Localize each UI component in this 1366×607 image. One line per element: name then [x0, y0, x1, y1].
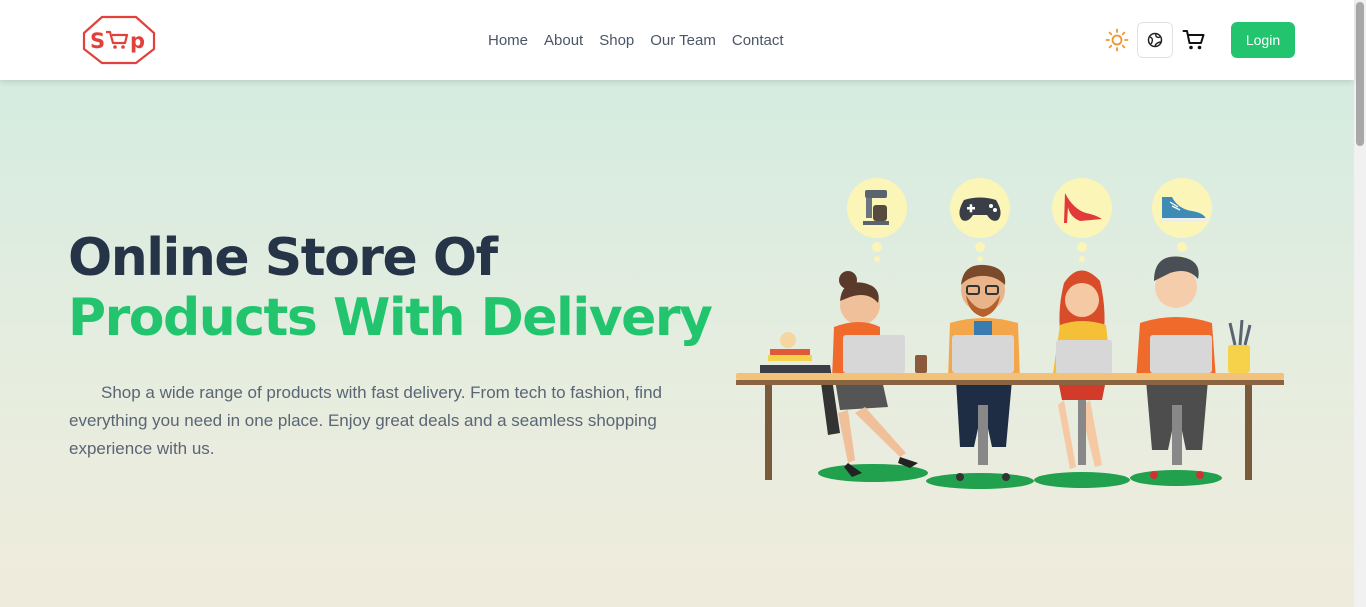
- sun-icon: [1105, 28, 1129, 52]
- svg-text:S: S: [90, 29, 105, 53]
- hero-title-line1: Online Store Of: [68, 228, 498, 288]
- globe-icon: [1147, 32, 1163, 48]
- theme-toggle-button[interactable]: [1100, 22, 1134, 58]
- high-heel-icon: [1052, 178, 1112, 262]
- svg-text:p: p: [130, 29, 145, 53]
- coffee-maker-icon: [847, 178, 907, 262]
- nav-about[interactable]: About: [536, 29, 591, 53]
- page-scrollbar[interactable]: [1354, 0, 1366, 607]
- nav-contact[interactable]: Contact: [724, 29, 792, 53]
- nav-home[interactable]: Home: [480, 29, 536, 53]
- gamepad-icon: [950, 178, 1010, 262]
- hero-description: Shop a wide range of products with fast …: [69, 383, 662, 458]
- language-button[interactable]: [1137, 22, 1173, 58]
- cart-button[interactable]: [1175, 22, 1213, 58]
- hero-section: Online Store Of Products With Delivery S…: [0, 80, 1354, 607]
- shop-logo[interactable]: S p: [82, 15, 156, 65]
- sneaker-icon: [1152, 178, 1212, 262]
- laptops: [843, 335, 1212, 374]
- nav-our-team[interactable]: Our Team: [642, 29, 724, 53]
- nav-actions: Login: [1100, 22, 1295, 58]
- main-nav: Home About Shop Our Team Contact: [480, 29, 792, 53]
- scrollbar-thumb[interactable]: [1356, 2, 1364, 146]
- navbar: S p Home About Shop Our Team Contact Log…: [0, 0, 1354, 80]
- cart-icon: [1182, 30, 1205, 50]
- nav-shop[interactable]: Shop: [591, 29, 642, 53]
- team-illustration: [730, 175, 1290, 515]
- hero-title: Online Store Of Products With Delivery: [68, 228, 713, 348]
- login-button[interactable]: Login: [1231, 22, 1295, 58]
- hero-title-line2: Products With Delivery: [68, 288, 713, 348]
